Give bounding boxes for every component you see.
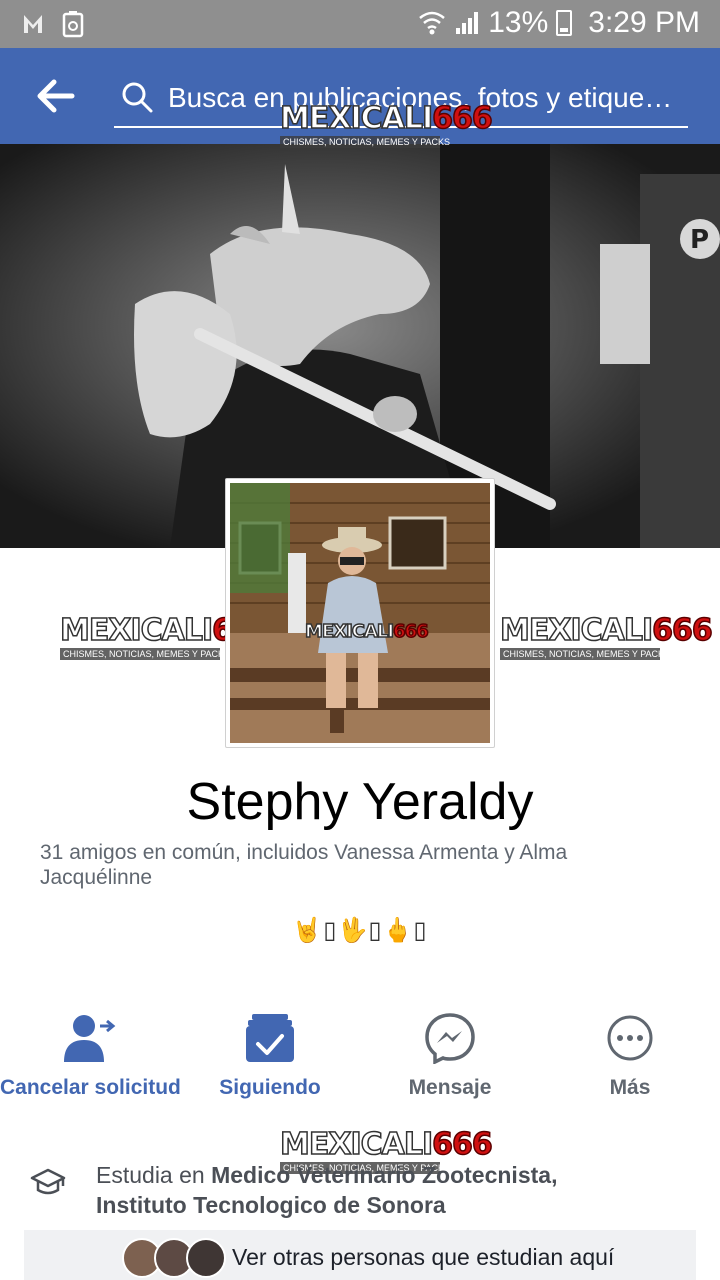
watermark-left: MEXICALI666 CHISMES, NOTICIAS, MEMES Y P… bbox=[59, 613, 274, 660]
graduation-cap-icon bbox=[30, 1168, 66, 1195]
see-others-studying-button[interactable]: Ver otras personas que estudian aquí bbox=[24, 1230, 696, 1280]
wifi-icon bbox=[419, 11, 446, 35]
cancel-request-icon bbox=[64, 1015, 116, 1062]
cancel-request-button[interactable]: Cancelar solicitud bbox=[0, 1010, 181, 1100]
battery-icon bbox=[556, 10, 573, 36]
following-icon bbox=[246, 1014, 294, 1062]
watermark-top: MEXICALI666 CHISMES, NOTICIAS, MEMES Y P… bbox=[279, 101, 494, 148]
cancel-request-label: Cancelar solicitud bbox=[0, 1076, 181, 1099]
recycle-icon bbox=[62, 11, 84, 38]
profile-picture[interactable]: MEXICALI666 bbox=[225, 478, 495, 748]
profile-image: MEXICALI666 bbox=[230, 483, 490, 743]
status-bar: 13% 3:29 PM bbox=[0, 0, 720, 48]
profile-name: Stephy Yeraldy bbox=[186, 773, 534, 831]
back-arrow-icon[interactable] bbox=[36, 78, 76, 114]
avatar-stack bbox=[122, 1238, 226, 1278]
more-icon bbox=[607, 1015, 653, 1061]
education-prefix: Estudia en bbox=[96, 1162, 212, 1188]
search-icon bbox=[122, 82, 153, 113]
watermark-right: MEXICALI666 CHISMES, NOTICIAS, MEMES Y P… bbox=[499, 613, 714, 660]
svg-text:P: P bbox=[690, 225, 709, 255]
education-program: Medico Veterinario Zootecnista, bbox=[211, 1162, 558, 1188]
profile-actions: Cancelar solicitud Siguiendo Mensaje Más bbox=[0, 1010, 720, 1110]
mail-icon bbox=[24, 15, 42, 33]
following-button[interactable]: Siguiendo bbox=[180, 1010, 360, 1100]
clock: 3:29 PM bbox=[588, 6, 700, 39]
message-label: Mensaje bbox=[408, 1076, 492, 1099]
profile-bio: 🤘▯🖖▯🖕▯ bbox=[292, 917, 428, 944]
battery-percent: 13% bbox=[488, 6, 549, 39]
signal-icon bbox=[456, 12, 479, 34]
message-button[interactable]: Mensaje bbox=[360, 1010, 540, 1100]
messenger-icon bbox=[425, 1013, 475, 1064]
more-label: Más bbox=[609, 1076, 651, 1099]
watermark-profile: MEXICALI666 bbox=[304, 621, 429, 642]
following-label: Siguiendo bbox=[219, 1076, 321, 1099]
avatar bbox=[186, 1238, 226, 1278]
mutual-friends-text[interactable]: 31 amigos en común, incluidos Vanessa Ar… bbox=[40, 840, 660, 890]
see-others-label: Ver otras personas que estudian aquí bbox=[232, 1244, 615, 1270]
more-button[interactable]: Más bbox=[540, 1010, 720, 1100]
education-school[interactable]: Instituto Tecnologico de Sonora bbox=[96, 1192, 446, 1218]
